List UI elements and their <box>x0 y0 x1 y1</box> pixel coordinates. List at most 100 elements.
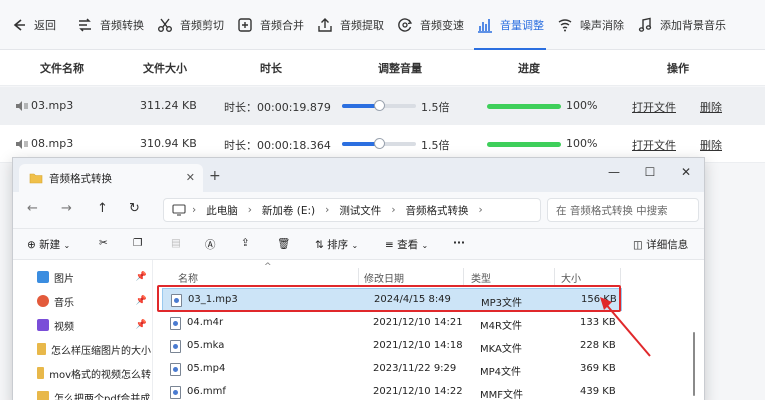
search-input[interactable]: 在 音频格式转换 中搜索 <box>547 198 699 222</box>
sort-button[interactable]: ⇅ 排序 ⌄ <box>315 237 358 252</box>
explorer-navbar: ← → ↑ ↻ › 此电脑 › 新加卷 (E:) › 测试文件 › 音频格式转换… <box>13 192 704 228</box>
col-date[interactable]: 修改日期 <box>364 270 404 285</box>
trash-icon[interactable]: 🗑 <box>277 237 290 250</box>
file-row[interactable]: 05.mka 2021/12/10 14:18 MKA文件 228 KB <box>162 335 622 358</box>
more-icon[interactable]: ··· <box>453 237 465 249</box>
volume-slider[interactable] <box>342 138 416 149</box>
file-row[interactable]: 06.mmf 2021/12/10 14:22 MMF文件 439 KB <box>162 381 622 400</box>
file-row[interactable]: 05.mp4 2023/11/22 9:29 MP4文件 369 KB <box>162 358 622 381</box>
col-header-volume: 调整音量 <box>378 61 422 75</box>
tool-cut[interactable]: 音频剪切 <box>150 0 230 50</box>
music-note-icon <box>636 16 654 34</box>
tool-convert[interactable]: 音频转换 <box>70 0 150 50</box>
plus-circle-icon: ⊕ <box>27 239 36 251</box>
volume-slider-knob[interactable] <box>374 100 385 111</box>
tool-label: 音频剪切 <box>180 18 224 32</box>
nav-item-folder[interactable]: 怎么把两个pdf合并成 <box>37 386 151 400</box>
audio-file-icon <box>170 317 181 330</box>
noise-icon <box>556 16 574 34</box>
file-date: 2024/4/15 8:49 <box>374 294 451 305</box>
sort-chevron-up-icon: ^ <box>264 262 272 272</box>
close-window-icon[interactable]: ✕ <box>668 158 704 186</box>
details-label: 详细信息 <box>646 239 689 251</box>
file-name: 05.mka <box>187 340 225 351</box>
nav-item-videos[interactable]: 视频 📌 <box>37 314 151 336</box>
tool-volume[interactable]: 音量调整 <box>470 0 550 50</box>
scissors-icon <box>156 16 174 34</box>
back-arrow-icon <box>10 16 28 34</box>
tool-extract[interactable]: 音频提取 <box>310 0 390 50</box>
rename-icon[interactable]: Ⓐ <box>205 237 216 252</box>
minimize-icon[interactable]: — <box>596 158 632 186</box>
breadcrumb-item[interactable]: 测试文件 <box>339 203 381 218</box>
col-name[interactable]: 名称 <box>178 270 198 285</box>
progress-value: 100% <box>566 137 598 150</box>
vertical-scrollbar[interactable] <box>691 262 697 400</box>
back-label: 返回 <box>34 18 56 32</box>
window-controls: — ☐ ✕ <box>596 158 704 186</box>
nav-item-folder[interactable]: 怎么样压缩图片的大小 <box>37 338 151 360</box>
open-file-link[interactable]: 打开文件 <box>632 99 676 115</box>
file-type: MP4文件 <box>480 367 522 378</box>
close-tab-icon[interactable]: ✕ <box>186 171 195 184</box>
nav-up-icon[interactable]: ↑ <box>97 201 108 216</box>
volume-value: 1.5倍 <box>421 101 450 114</box>
tool-speed[interactable]: 音频变速 <box>390 0 470 50</box>
paste-icon[interactable]: ▤ <box>171 237 181 249</box>
scrollbar-thumb[interactable] <box>693 332 695 396</box>
file-type: MMF文件 <box>480 390 524 400</box>
volume-value: 1.5倍 <box>421 139 450 152</box>
breadcrumb-item[interactable]: 音频格式转换 <box>406 203 469 218</box>
generic-file-icon <box>170 386 181 399</box>
nav-item-folder[interactable]: mov格式的视频怎么转 <box>37 362 151 384</box>
view-lines-icon: ≡ <box>385 239 394 251</box>
details-button[interactable]: ◫ 详细信息 <box>633 237 688 252</box>
chevron-right-icon: › <box>325 204 330 216</box>
file-date: 2021/12/10 14:22 <box>373 386 463 397</box>
delete-link[interactable]: 删除 <box>700 99 722 115</box>
share-icon[interactable]: ⇪ <box>241 237 250 249</box>
view-label: 查看 <box>397 239 419 251</box>
tool-bgm[interactable]: 添加背景音乐 <box>630 0 732 50</box>
file-row[interactable]: 04.m4r 2021/12/10 14:21 M4R文件 133 KB <box>162 312 622 335</box>
navigation-pane: 图片 📌 音乐 📌 视频 📌 怎么样压缩图片的大小 mov格式的视频怎么转 怎么… <box>13 260 153 400</box>
col-header-name: 文件名称 <box>40 61 84 75</box>
delete-link[interactable]: 删除 <box>700 137 722 153</box>
nav-item-label: mov格式的视频怎么转 <box>49 369 151 381</box>
copy-icon[interactable]: ❐ <box>133 237 142 249</box>
file-explorer-window: 音频格式转换 ✕ + — ☐ ✕ ← → ↑ ↻ › 此电脑 › 新加卷 (E:… <box>12 157 705 400</box>
volume-slider[interactable] <box>342 100 416 111</box>
nav-item-pictures[interactable]: 图片 📌 <box>37 266 151 288</box>
nav-back-icon[interactable]: ← <box>27 201 38 216</box>
view-button[interactable]: ≡ 查看 ⌄ <box>385 237 428 252</box>
breadcrumb-item[interactable]: 新加卷 (E:) <box>262 203 315 218</box>
file-name: 03.mp3 <box>31 99 74 112</box>
volume-slider-knob[interactable] <box>374 138 385 149</box>
pictures-icon <box>37 271 49 283</box>
tool-label: 音频变速 <box>420 18 464 32</box>
tool-merge[interactable]: 音频合并 <box>230 0 310 50</box>
maximize-icon[interactable]: ☐ <box>632 158 668 186</box>
new-button[interactable]: ⊕ 新建 ⌄ <box>27 237 70 252</box>
file-row-selected[interactable]: 03_1.mp3 2024/4/15 8:49 MP3文件 156 KB <box>162 288 622 311</box>
explorer-tab[interactable]: 音频格式转换 ✕ <box>19 164 203 192</box>
col-header-size: 文件大小 <box>143 61 187 75</box>
tool-label: 音量调整 <box>500 18 544 32</box>
nav-item-label: 图片 <box>54 273 74 285</box>
folder-icon <box>37 367 45 379</box>
tool-noise[interactable]: 噪声消除 <box>550 0 630 50</box>
open-file-link[interactable]: 打开文件 <box>632 137 676 153</box>
file-name: 08.mp3 <box>31 137 74 150</box>
back-button[interactable]: 返回 <box>0 0 62 50</box>
cut-icon[interactable]: ✂ <box>99 237 108 249</box>
new-tab-button[interactable]: + <box>209 168 221 184</box>
nav-item-music[interactable]: 音乐 📌 <box>37 290 151 312</box>
address-bar[interactable]: › 此电脑 › 新加卷 (E:) › 测试文件 › 音频格式转换 › <box>163 198 541 222</box>
audio-file-icon <box>16 139 28 149</box>
col-type[interactable]: 类型 <box>471 270 491 285</box>
breadcrumb-item[interactable]: 此电脑 <box>206 203 238 218</box>
refresh-icon[interactable]: ↻ <box>129 201 140 216</box>
tool-label: 添加背景音乐 <box>660 18 726 32</box>
nav-forward-icon[interactable]: → <box>61 201 72 216</box>
col-size[interactable]: 大小 <box>561 270 581 285</box>
